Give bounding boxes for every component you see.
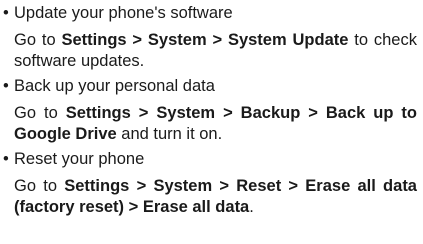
list-item-title-line: • Reset your phone xyxy=(0,149,423,170)
list-item-title-line: • Update your phone's software xyxy=(0,3,423,24)
instruction-prefix: Go to xyxy=(14,104,66,122)
settings-path: Settings > System > Reset > Erase all da… xyxy=(14,177,417,216)
list-item-title-line: • Back up your personal data xyxy=(0,76,423,97)
instruction-suffix: and turn it on. xyxy=(116,125,223,143)
instruction-suffix: . xyxy=(249,198,254,216)
list-item-title: Back up your personal data xyxy=(14,77,215,95)
list-item: • Back up your personal data Go to Setti… xyxy=(0,76,423,145)
bullet-icon: • xyxy=(3,150,9,168)
list-item-instruction: Go to Settings > System > Backup > Back … xyxy=(0,103,423,145)
settings-path: Settings > System > System Update xyxy=(61,31,349,49)
list-item-instruction: Go to Settings > System > System Update … xyxy=(0,30,423,72)
list-item: • Reset your phone Go to Settings > Syst… xyxy=(0,149,423,218)
instruction-prefix: Go to xyxy=(14,31,62,49)
list-item: • Update your phone's software Go to Set… xyxy=(0,3,423,72)
bullet-icon: • xyxy=(3,4,9,22)
bullet-icon: • xyxy=(3,77,9,95)
list-item-title: Update your phone's software xyxy=(14,4,233,22)
list-item-instruction: Go to Settings > System > Reset > Erase … xyxy=(0,176,423,218)
list-item-title: Reset your phone xyxy=(14,150,145,168)
troubleshooting-list: • Update your phone's software Go to Set… xyxy=(0,3,423,218)
instruction-prefix: Go to xyxy=(14,177,65,195)
